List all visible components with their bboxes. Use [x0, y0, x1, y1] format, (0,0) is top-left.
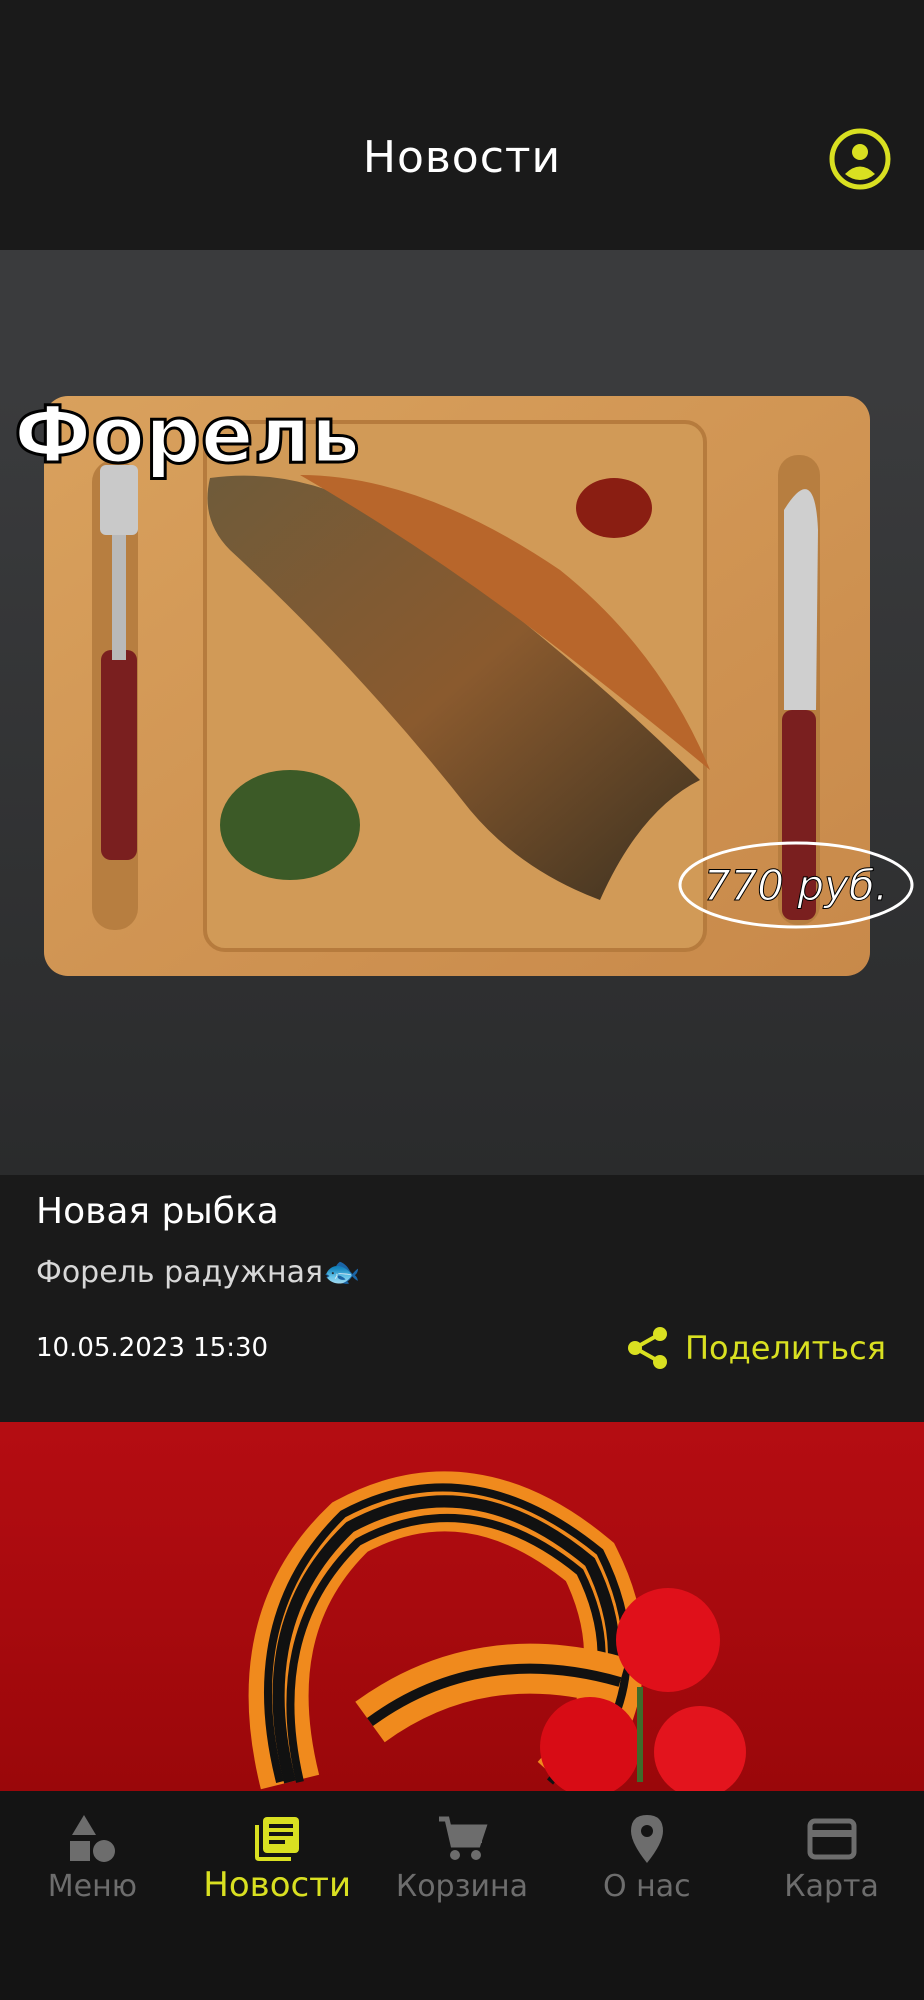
nav-label-menu: Меню [47, 1869, 137, 1904]
cart-icon [438, 1816, 488, 1860]
nav-item-news[interactable]: Новости [185, 1791, 370, 2000]
share-button[interactable]: Поделиться [625, 1321, 886, 1375]
user-account-icon [829, 128, 891, 190]
app-header: Новости [0, 0, 924, 250]
news-image[interactable]: Форель 770 руб. [0, 250, 924, 1175]
news-image[interactable] [0, 1422, 924, 1792]
share-label: Поделиться [684, 1329, 886, 1367]
trout-dish-photo: Форель 770 руб. [0, 250, 924, 1175]
bottom-navigation: Меню Новости Корзина О нас Карта [0, 1791, 924, 2000]
nav-label-news: Новости [203, 1865, 352, 1905]
card-icon [807, 1818, 857, 1860]
nav-item-menu[interactable]: Меню [0, 1791, 185, 2000]
shapes-icon [70, 1815, 116, 1862]
nav-item-card[interactable]: Карта [739, 1791, 924, 2000]
nav-label-card: Карта [784, 1869, 879, 1904]
news-title: Новая рыбка [36, 1191, 279, 1232]
news-date: 10.05.2023 15:30 [36, 1333, 269, 1363]
news-icon [255, 1817, 300, 1861]
share-icon [627, 1327, 667, 1369]
news-card-body: Новая рыбка Форель радужная🐟 10.05.2023 … [0, 1175, 924, 1422]
profile-button[interactable] [828, 127, 892, 191]
page-title: Новости [362, 132, 562, 183]
news-description: Форель радужная🐟 [36, 1255, 361, 1290]
nav-label-about: О нас [602, 1869, 691, 1904]
location-pin-icon [630, 1815, 663, 1863]
nav-item-about[interactable]: О нас [554, 1791, 739, 2000]
nav-item-cart[interactable]: Корзина [370, 1791, 555, 2000]
nav-label-cart: Корзина [395, 1869, 529, 1904]
victory-day-ribbon-photo [0, 1422, 924, 1792]
image-caption-text: Форель [14, 391, 360, 481]
image-price-text: 770 руб. [704, 861, 888, 910]
